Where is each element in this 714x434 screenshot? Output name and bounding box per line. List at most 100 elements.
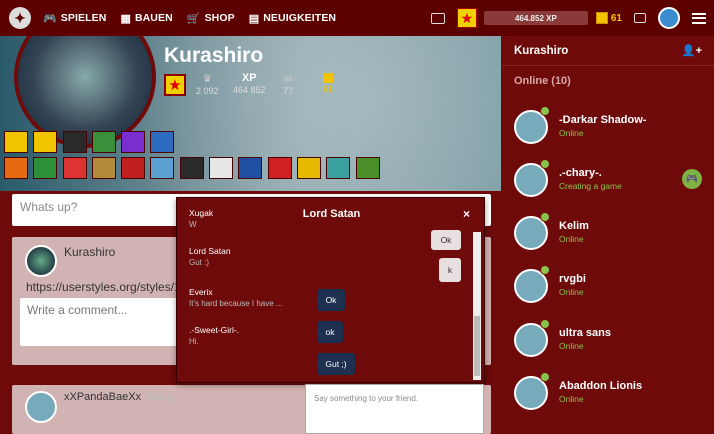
conversation-item[interactable]: Lord Satan Gut :) [189, 246, 231, 267]
message-bubble-received: ok [317, 321, 343, 343]
app-logo-icon[interactable]: ✦ [9, 7, 31, 29]
friend-name: -Darkar Shadow- [559, 114, 647, 126]
badge-row [4, 131, 385, 153]
achievement-badge-icon[interactable] [150, 131, 175, 153]
close-icon[interactable]: × [463, 207, 470, 221]
achievement-badge-icon[interactable] [355, 157, 380, 179]
post-link[interactable]: https://userstyles.org/styles/1 [26, 280, 181, 294]
coins-count[interactable]: 61 [611, 13, 622, 24]
friend-status: Online [559, 341, 584, 351]
stat-crowns-value: 2 092 [196, 86, 219, 96]
nav-build[interactable]: ▦ BAUEN [120, 12, 172, 25]
post-avatar[interactable] [25, 245, 57, 277]
friend-status: Creating a game [559, 181, 622, 191]
achievement-badge-icon[interactable] [33, 131, 58, 153]
crown-icon: ♛ [202, 73, 213, 85]
achievement-badge-icon[interactable] [326, 157, 351, 179]
conversation-item[interactable]: Everix It's hard because I have ... [189, 287, 283, 308]
message-bubble-sent: Ok [431, 230, 461, 250]
stat-crowns: ♛ 2 092 [196, 72, 219, 96]
user-avatar[interactable] [658, 7, 680, 29]
top-right-controls: ★ 464.852 XP 61 [430, 0, 706, 36]
profile-rank-star-icon: ★ [164, 74, 186, 96]
post-author[interactable]: xXPandaBaeXx chang [64, 391, 174, 403]
chat-scrollbar[interactable] [473, 232, 481, 380]
online-status-icon [540, 265, 550, 275]
achievement-badge-icon[interactable] [62, 131, 87, 153]
friend-item[interactable]: rvgbi Online [514, 265, 714, 309]
online-status-icon [540, 372, 550, 382]
conversation-name: Everix [189, 287, 213, 297]
online-status-icon [540, 319, 550, 329]
xp-value: 464.852 XP [514, 13, 557, 23]
nav-shop-label: SHOP [204, 12, 235, 24]
sidebar-title: Kurashiro [514, 44, 569, 57]
achievement-badge-icon[interactable] [179, 157, 204, 179]
nav-news[interactable]: ▤ NEUIGKEITEN [249, 12, 336, 25]
friend-item[interactable]: .-chary-. Creating a game 🎮 [514, 159, 714, 203]
profile-name: Kurashiro [164, 44, 264, 67]
join-game-icon[interactable]: 🎮 [682, 169, 702, 189]
achievement-badge-icon[interactable] [121, 131, 146, 153]
achievement-badge-icon[interactable] [238, 157, 263, 179]
nav-shop[interactable]: 🛒 SHOP [187, 12, 235, 25]
stat-xp: XP 464 852 [233, 72, 266, 95]
messages-icon[interactable] [634, 13, 646, 23]
achievement-badge-icon[interactable] [150, 157, 175, 179]
friend-name: rvgbi [559, 273, 586, 285]
friend-name: .-chary-. [559, 167, 602, 179]
online-status-icon [540, 106, 550, 116]
online-status-icon [540, 159, 550, 169]
friend-status: Online [559, 128, 584, 138]
notifications-icon[interactable] [430, 12, 445, 24]
gamepad-icon: 🎮 [43, 12, 57, 25]
stat-coins: 61 [323, 72, 333, 94]
achievement-badge-icon[interactable] [91, 131, 116, 153]
conversation-name: .-Sweet-Girl-. [189, 325, 240, 335]
achievement-badge-icon[interactable] [296, 157, 321, 179]
friend-item[interactable]: ultra sans Online [514, 319, 714, 363]
friend-status: Online [559, 287, 584, 297]
achievement-badge-icon[interactable] [209, 157, 234, 179]
coin-icon [323, 73, 333, 83]
achievement-badge-icon[interactable] [4, 157, 28, 179]
message-bubble-received: Ok [317, 289, 345, 311]
achievement-badge-icon[interactable] [4, 131, 28, 153]
skull-icon: ☠ [283, 73, 293, 85]
conversation-item[interactable]: .-Sweet-Girl-. Hi. [189, 325, 239, 346]
achievement-badge-icon[interactable] [33, 157, 58, 179]
achievement-badges [4, 131, 385, 183]
rank-badge[interactable]: ★ [456, 8, 477, 28]
stat-kills: ☠ 77 [283, 72, 293, 96]
conversation-preview: It's hard because I have ... [189, 299, 283, 308]
post-avatar[interactable] [25, 391, 57, 423]
add-friend-icon[interactable]: 👤+ [682, 44, 702, 57]
chat-window: Lord Satan × Xugak W Lord Satan Gut :) E… [176, 197, 485, 383]
chat-message-input[interactable]: Say something to your friend. [305, 384, 484, 434]
cubes-icon: ▦ [120, 12, 131, 25]
coin-icon [595, 12, 608, 24]
post-author[interactable]: Kurashiro [64, 245, 115, 259]
friend-item[interactable]: Kelim Online [514, 212, 714, 256]
friend-item[interactable]: -Darkar Shadow- Online [514, 106, 714, 150]
message-bubble-received: Gut ;) [317, 353, 355, 375]
conversation-name: Xugak [189, 208, 214, 218]
friend-item[interactable]: Abaddon Lionis Online [514, 372, 714, 416]
friend-name: Kelim [559, 220, 589, 232]
menu-icon[interactable] [692, 12, 706, 24]
top-nav: ✦ 🎮 SPIELEN ▦ BAUEN 🛒 SHOP ▤ NEUIGKEITEN… [0, 0, 714, 36]
newspaper-icon: ▤ [248, 12, 260, 25]
achievement-badge-icon[interactable] [121, 157, 146, 179]
conversation-preview: Hi. [189, 337, 199, 346]
online-status-icon [540, 212, 550, 222]
achievement-badge-icon[interactable] [62, 157, 87, 179]
conversation-preview: W [189, 220, 197, 229]
profile-banner: Kurashiro ★ ♛ 2 092 XP 464 852 ☠ 77 61 [0, 36, 501, 191]
xp-bar[interactable]: 464.852 XP [483, 11, 588, 25]
achievement-badge-icon[interactable] [267, 157, 292, 179]
conversation-item[interactable]: Xugak W [189, 208, 213, 229]
nav-play[interactable]: 🎮 SPIELEN [43, 12, 106, 25]
stat-coins-value: 61 [323, 84, 334, 94]
achievement-badge-icon[interactable] [91, 157, 116, 179]
chat-title: Lord Satan [302, 208, 361, 220]
